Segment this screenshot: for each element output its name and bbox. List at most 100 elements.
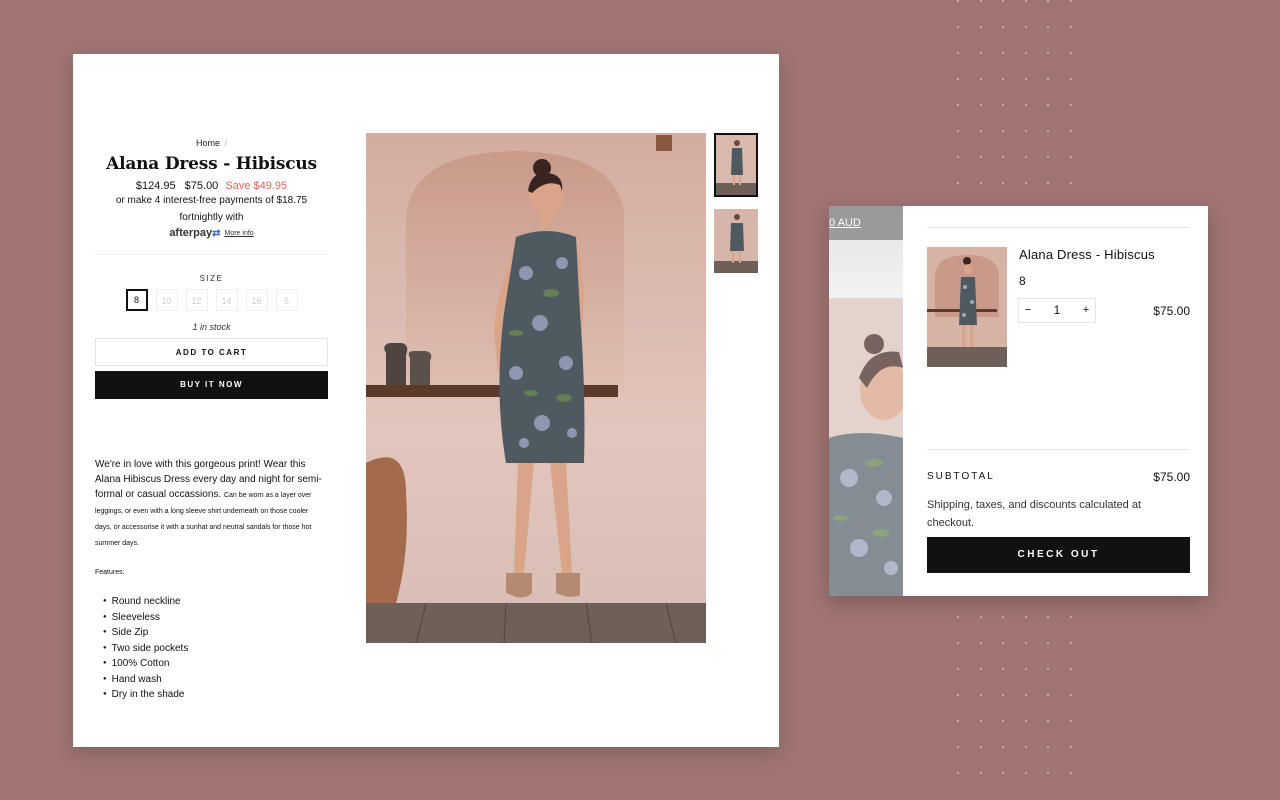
cart-item-title[interactable]: Alana Dress - Hibiscus [1019, 247, 1155, 262]
subtotal-value: $75.00 [1153, 470, 1190, 484]
regular-price: $124.95 [135, 180, 176, 192]
dot [957, 26, 959, 28]
dot [957, 182, 959, 184]
dot [1047, 78, 1049, 80]
dot [1024, 182, 1027, 184]
list-item: Sleeveless [103, 610, 323, 626]
cart-backdrop: 0 AUD [829, 206, 903, 596]
dot [1024, 130, 1027, 132]
dot [979, 26, 982, 28]
dot [1047, 104, 1049, 106]
breadcrumb: Home / [95, 138, 328, 148]
breadcrumb-separator: / [224, 138, 228, 148]
dot [957, 156, 959, 158]
list-item: Side Zip [103, 625, 323, 641]
dot [979, 0, 982, 2]
dot [957, 52, 959, 54]
dot [1002, 182, 1004, 184]
dot [1047, 746, 1049, 748]
dot [1047, 52, 1049, 54]
dot [1047, 694, 1049, 696]
quantity-increase-button[interactable]: + [1077, 299, 1095, 322]
dot [1002, 78, 1004, 80]
price-row: $124.95 $75.00 Save $49.95 [95, 180, 328, 192]
backdrop-fade [829, 240, 903, 298]
afterpay-line-1: or make 4 interest-free payments of $18.… [115, 195, 308, 206]
dot [1002, 0, 1004, 2]
quantity-input[interactable]: 1 [1037, 299, 1077, 322]
description-small: Can be worn as a layer over leggings, or… [95, 492, 312, 547]
dot [1047, 156, 1049, 158]
cart-item-price: $75.00 [1153, 304, 1190, 318]
product-info: Home / Alana Dress - Hibiscus $124.95 $7… [95, 138, 328, 399]
sale-price: $75.00 [184, 180, 219, 192]
dot [979, 52, 982, 54]
afterpay-mark-icon: ⇄ [212, 228, 221, 239]
dot [1069, 52, 1072, 54]
breadcrumb-home-link[interactable]: Home [196, 138, 220, 148]
divider [927, 227, 1190, 228]
afterpay-line-2: fortnightly with [179, 212, 244, 223]
dot [1069, 746, 1072, 748]
product-thumbnail-1[interactable] [714, 133, 758, 197]
dot [1002, 746, 1004, 748]
dot [979, 104, 982, 106]
dot [1024, 746, 1027, 748]
size-option-10[interactable]: 10 [155, 289, 178, 311]
size-option-14[interactable]: 14 [215, 289, 238, 311]
dot [1024, 26, 1027, 28]
afterpay-more-info-link[interactable]: More info [225, 230, 254, 237]
dot [1024, 772, 1027, 774]
list-item: Round neckline [103, 594, 323, 610]
afterpay-logo: afterpay⇄ [169, 227, 221, 239]
dot [957, 642, 959, 644]
product-thumbnail-2[interactable] [714, 209, 758, 273]
quantity-decrease-button[interactable]: − [1019, 299, 1037, 322]
size-option-6[interactable]: 6 [275, 289, 298, 311]
buy-now-button[interactable]: BUY IT NOW [95, 371, 328, 399]
dot [1069, 182, 1072, 184]
list-item: Two side pockets [103, 641, 323, 657]
divider [95, 254, 328, 255]
cart-item-image[interactable] [927, 247, 1007, 367]
product-title: Alana Dress - Hibiscus [106, 154, 317, 174]
dot [979, 720, 982, 722]
currency-link[interactable]: 0 AUD [829, 217, 861, 229]
size-option-8[interactable]: 8 [125, 289, 148, 311]
dot [1024, 694, 1027, 696]
dot [1047, 182, 1049, 184]
dot [957, 130, 959, 132]
dot [979, 694, 982, 696]
size-option-12[interactable]: 12 [185, 289, 208, 311]
dot [979, 616, 982, 618]
dot [1024, 156, 1027, 158]
dot [957, 746, 959, 748]
dot [1069, 694, 1072, 696]
features-label: Features: [95, 569, 125, 576]
dot [1024, 642, 1027, 644]
dot [1069, 0, 1072, 2]
dot [957, 720, 959, 722]
checkout-button[interactable]: CHECK OUT [927, 537, 1190, 573]
add-to-cart-button[interactable]: ADD TO CART [95, 338, 328, 366]
dot [1002, 772, 1004, 774]
cart-item-photo [927, 247, 1007, 367]
dot [1047, 668, 1049, 670]
features-list: Round neckline Sleeveless Side Zip Two s… [103, 594, 323, 703]
dot [1069, 26, 1072, 28]
dot [1069, 772, 1072, 774]
dot [979, 642, 982, 644]
size-option-16[interactable]: 16 [245, 289, 268, 311]
dot [979, 772, 982, 774]
dot [979, 668, 982, 670]
dot [1024, 720, 1027, 722]
dot [1047, 0, 1049, 2]
product-page: Home / Alana Dress - Hibiscus $124.95 $7… [73, 54, 779, 747]
dot [1002, 130, 1004, 132]
backdrop-photo [829, 298, 903, 596]
thumbnail-image [714, 209, 758, 273]
product-main-photo[interactable] [366, 133, 706, 643]
dot [957, 616, 959, 618]
save-amount: Save $49.95 [225, 180, 288, 192]
dot [1002, 720, 1004, 722]
